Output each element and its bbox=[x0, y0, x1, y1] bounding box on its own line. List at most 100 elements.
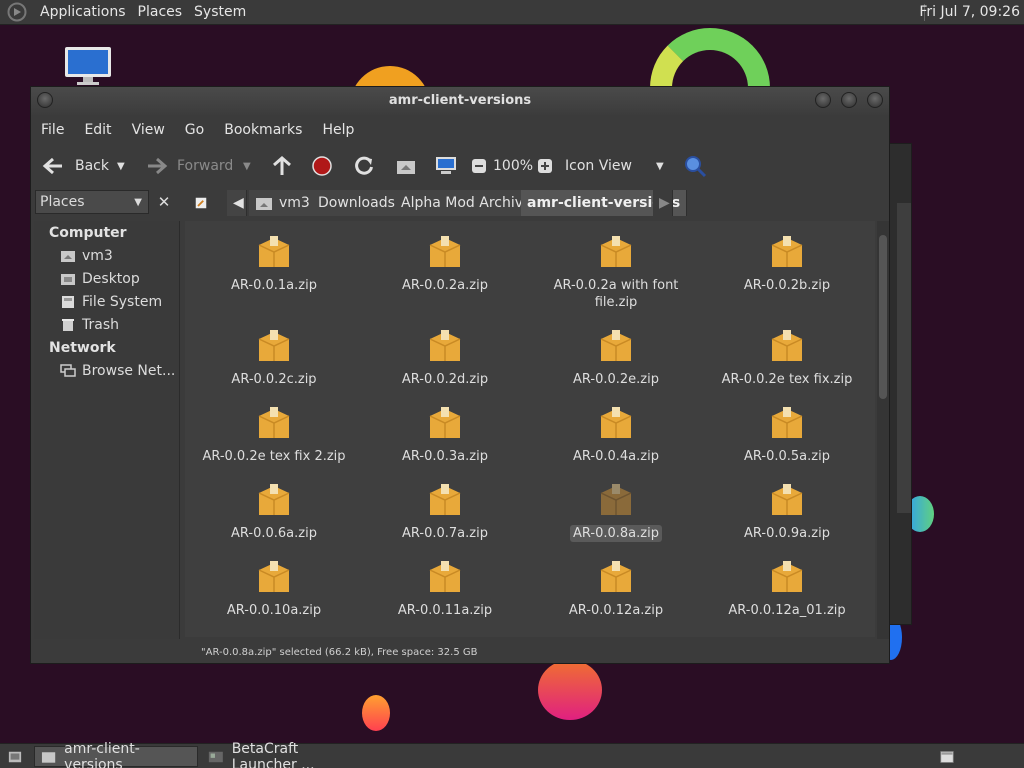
breadcrumb-right-arrow[interactable]: ▶ bbox=[653, 190, 673, 216]
file-item[interactable]: AR-0.0.2e tex fix 2.zip bbox=[189, 404, 359, 465]
pencil-icon bbox=[195, 197, 207, 209]
menu-help[interactable]: Help bbox=[312, 122, 364, 138]
view-mode-select[interactable]: Icon View ▼ bbox=[565, 154, 664, 178]
view-mode-label: Icon View bbox=[565, 158, 632, 174]
zip-archive-icon bbox=[258, 561, 290, 592]
file-item[interactable]: AR-0.0.2b.zip bbox=[702, 233, 872, 294]
home-folder-icon bbox=[61, 251, 75, 262]
sidebar-item-vm3[interactable]: vm3 bbox=[60, 246, 113, 266]
file-item[interactable]: AR-0.0.1a.zip bbox=[189, 233, 359, 294]
zip-archive-icon bbox=[600, 561, 632, 592]
zip-archive-icon bbox=[258, 484, 290, 515]
workspace-icon bbox=[940, 750, 954, 763]
file-icon-view[interactable]: AR-0.0.1a.zip AR-0.0.2a.zip AR-0.0.2a with… bbox=[185, 221, 875, 637]
forward-history-dropdown[interactable]: ▼ bbox=[243, 154, 251, 178]
file-view-scrollbar[interactable] bbox=[877, 221, 889, 639]
chevron-down-icon: ▼ bbox=[134, 196, 142, 208]
file-name: AR-0.0.2d.zip bbox=[401, 372, 489, 387]
sidebar-item-desktop[interactable]: Desktop bbox=[60, 269, 140, 289]
file-name: AR-0.0.5a.zip bbox=[744, 449, 830, 464]
zip-archive-icon bbox=[258, 407, 290, 438]
file-item[interactable]: AR-0.0.2a with font file.zip bbox=[531, 233, 701, 311]
show-desktop-button[interactable] bbox=[2, 746, 28, 767]
zip-archive-icon bbox=[258, 236, 290, 267]
distro-logo-icon[interactable] bbox=[7, 2, 27, 22]
applications-menu[interactable]: Applications bbox=[34, 4, 132, 20]
forward-button[interactable]: Forward bbox=[145, 154, 233, 178]
file-name: AR-0.0.8a.zip bbox=[570, 525, 662, 542]
breadcrumb-vm3[interactable]: vm3 bbox=[249, 190, 317, 216]
sidebar-item-browse-network[interactable]: Browse Net... bbox=[60, 361, 175, 381]
file-item[interactable]: AR-0.0.8a.zip bbox=[531, 481, 701, 542]
menu-go[interactable]: Go bbox=[175, 122, 214, 138]
workspace-switcher[interactable] bbox=[934, 746, 960, 767]
menu-view[interactable]: View bbox=[122, 122, 175, 138]
file-item[interactable]: AR-0.0.7a.zip bbox=[360, 481, 530, 542]
forward-arrow-icon bbox=[148, 157, 168, 175]
menu-edit[interactable]: Edit bbox=[74, 122, 121, 138]
file-name: AR-0.0.12a.zip bbox=[568, 603, 664, 618]
taskbar-item-betacraft[interactable]: BetaCraft Launcher ... bbox=[202, 741, 372, 768]
menu-file[interactable]: File bbox=[31, 122, 74, 138]
stop-button[interactable] bbox=[311, 154, 333, 178]
places-menu[interactable]: Places bbox=[132, 4, 189, 20]
computer-desktop-icon[interactable] bbox=[63, 46, 113, 86]
maximize-button[interactable] bbox=[841, 92, 857, 108]
file-item[interactable]: AR-0.0.10a.zip bbox=[189, 558, 359, 619]
drive-icon bbox=[62, 296, 74, 308]
file-item[interactable]: AR-0.0.4a.zip bbox=[531, 404, 701, 465]
sidebar-type-select[interactable]: Places ▼ bbox=[35, 190, 149, 214]
file-name: AR-0.0.7a.zip bbox=[402, 526, 488, 541]
computer-button[interactable] bbox=[435, 154, 457, 178]
file-item[interactable]: AR-0.0.12a_01.zip bbox=[702, 558, 872, 619]
minimize-button[interactable] bbox=[815, 92, 831, 108]
system-menu[interactable]: System bbox=[188, 4, 252, 20]
file-item[interactable]: AR-0.0.2e.zip bbox=[531, 327, 701, 388]
file-name: AR-0.0.2c.zip bbox=[231, 372, 317, 387]
clock[interactable]: Fri Jul 7, 09:26 bbox=[919, 4, 1020, 20]
sidebar-item-file-system[interactable]: File System bbox=[60, 292, 162, 312]
wallpaper-pink-blob bbox=[538, 660, 602, 720]
back-button[interactable]: Back bbox=[41, 154, 109, 178]
zip-archive-icon bbox=[771, 484, 803, 515]
taskbar-item-file-manager[interactable]: amr-client-versions bbox=[34, 741, 198, 768]
file-item[interactable]: AR-0.0.6a.zip bbox=[189, 481, 359, 542]
sidebar-item-trash[interactable]: Trash bbox=[60, 315, 119, 335]
close-button[interactable] bbox=[867, 92, 883, 108]
reload-button[interactable] bbox=[353, 154, 375, 178]
file-item[interactable]: AR-0.0.9a.zip bbox=[702, 481, 872, 542]
zoom-in-icon bbox=[538, 159, 552, 173]
trash-icon bbox=[62, 319, 74, 331]
home-folder-icon bbox=[256, 198, 272, 210]
file-item[interactable]: AR-0.0.11a.zip bbox=[360, 558, 530, 619]
menu-bookmarks[interactable]: Bookmarks bbox=[214, 122, 312, 138]
file-item[interactable]: AR-0.0.2a.zip bbox=[360, 233, 530, 294]
up-button[interactable] bbox=[271, 154, 293, 178]
breadcrumb-left-arrow[interactable]: ◀ bbox=[227, 190, 247, 216]
search-button[interactable] bbox=[683, 154, 707, 178]
back-history-dropdown[interactable]: ▼ bbox=[117, 154, 125, 178]
file-name: AR-0.0.6a.zip bbox=[231, 526, 317, 541]
chevron-down-icon: ▼ bbox=[655, 160, 664, 172]
zip-archive-icon bbox=[771, 236, 803, 267]
window-titlebar[interactable]: amr-client-versions bbox=[31, 87, 889, 115]
file-item[interactable]: AR-0.0.2e tex fix.zip bbox=[702, 327, 872, 388]
file-item[interactable]: AR-0.0.2c.zip bbox=[189, 327, 359, 388]
file-item[interactable]: AR-0.0.2d.zip bbox=[360, 327, 530, 388]
wallpaper-orange-dot bbox=[362, 695, 390, 731]
scrollbar-thumb[interactable] bbox=[879, 235, 887, 399]
file-item[interactable]: AR-0.0.12a.zip bbox=[531, 558, 701, 619]
zoom-out-button[interactable] bbox=[471, 154, 487, 178]
edit-location-button[interactable] bbox=[189, 190, 213, 216]
file-item[interactable]: AR-0.0.3a.zip bbox=[360, 404, 530, 465]
places-sidebar: Computer vm3 Desktop File System Trash N… bbox=[34, 221, 180, 639]
file-item[interactable]: AR-0.0.5a.zip bbox=[702, 404, 872, 465]
breadcrumb-alpha-mod-archive[interactable]: Alpha Mod Archive bbox=[395, 190, 539, 216]
zoom-level[interactable]: 100% bbox=[493, 154, 533, 178]
zip-archive-icon bbox=[600, 407, 632, 438]
home-button[interactable] bbox=[395, 154, 417, 178]
zoom-in-button[interactable] bbox=[537, 154, 553, 178]
close-sidebar-button[interactable]: ✕ bbox=[153, 190, 175, 214]
file-name: AR-0.0.2a with font file.zip bbox=[553, 278, 679, 310]
breadcrumb-downloads[interactable]: Downloads bbox=[312, 190, 402, 216]
